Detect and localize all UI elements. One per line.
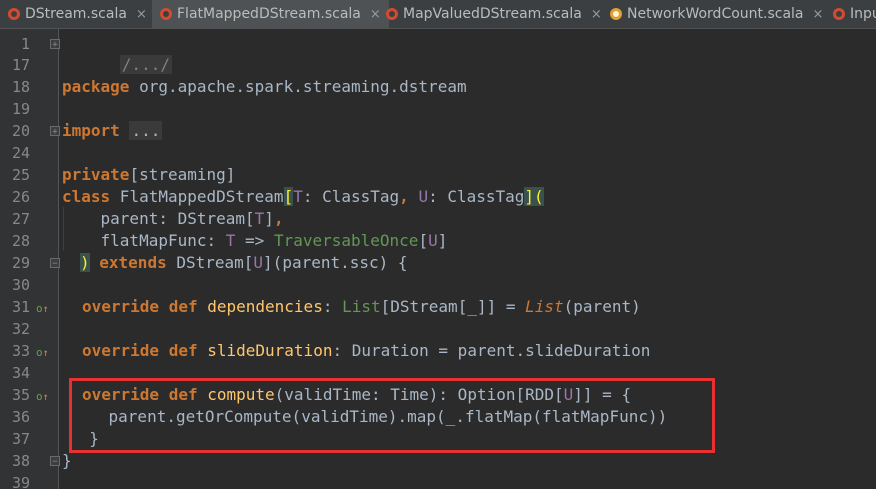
line-number: 33	[11, 342, 30, 360]
tab-flatmappeddstream[interactable]: FlatMappedDStream.scala ×	[152, 0, 389, 28]
code-line-33: override def slideDuration: Duration = p…	[82, 341, 651, 360]
line-number: 26	[11, 188, 30, 206]
tab-networkwordcount[interactable]: NetworkWordCount.scala ×	[610, 0, 823, 28]
code-line-28: flatMapFunc: T => TraversableOnce[U]	[62, 231, 448, 250]
line-number: 38	[11, 452, 30, 470]
override-method-icon[interactable]: o↑	[36, 347, 49, 360]
line-number: 25	[11, 166, 30, 184]
scala-class-icon	[833, 8, 845, 20]
tab-label: NetworkWordCount.scala	[627, 6, 804, 22]
code-line-38: }	[62, 451, 72, 470]
code-line-29: ) extends DStream[U](parent.ssc) {	[80, 253, 408, 272]
code-line-20: import ...	[62, 121, 163, 140]
scala-class-icon	[386, 8, 398, 20]
ide-window: DStream.scala × FlatMappedDStream.scala …	[0, 0, 876, 489]
line-number: 20	[11, 122, 30, 140]
code-line-26: class FlatMappedDStream[T: ClassTag, U: …	[62, 187, 544, 206]
line-number: 36	[11, 408, 30, 426]
code-line-18: package org.apache.spark.streaming.dstre…	[62, 77, 467, 96]
line-number: 24	[11, 144, 30, 162]
line-number: 39	[11, 474, 30, 489]
line-number: 34	[11, 364, 30, 382]
close-icon[interactable]: ×	[370, 7, 381, 22]
scala-class-icon	[160, 8, 172, 20]
line-number: 1	[20, 35, 30, 53]
code-line-25: private[streaming]	[62, 165, 236, 184]
highlight-box	[69, 378, 715, 453]
tab-label: FlatMappedDStream.scala	[177, 6, 361, 22]
line-number: 27	[11, 210, 30, 228]
override-method-icon[interactable]: o↑	[36, 391, 49, 404]
tab-dstream[interactable]: DStream.scala ×	[8, 0, 147, 28]
line-number: 35	[11, 386, 30, 404]
line-number: 29	[11, 254, 30, 272]
line-number: 19	[11, 100, 30, 118]
tab-inpu[interactable]: Inpu	[833, 0, 876, 28]
tab-label: MapValuedDStream.scala	[403, 6, 582, 22]
line-number: 17	[11, 56, 30, 74]
editor-gutter: 1 17 18 19 20 24 25 26 27 28 29 30 31 32…	[0, 29, 60, 489]
code-line-1: /.../	[119, 55, 172, 74]
scala-object-icon	[610, 8, 622, 20]
tab-mapvalueddstream[interactable]: MapValuedDStream.scala ×	[386, 0, 602, 28]
close-icon[interactable]: ×	[136, 7, 147, 22]
line-number: 31	[11, 298, 30, 316]
code-line-31: override def dependencies: List[DStream[…	[82, 297, 641, 316]
override-method-icon[interactable]: o↑	[36, 303, 49, 316]
close-icon[interactable]: ×	[591, 7, 602, 22]
tab-label: Inpu	[850, 6, 876, 22]
editor-tab-bar: DStream.scala × FlatMappedDStream.scala …	[0, 0, 876, 29]
close-icon[interactable]: ×	[813, 7, 824, 22]
tab-label: DStream.scala	[25, 6, 127, 22]
line-number: 28	[11, 232, 30, 250]
scala-class-icon	[8, 8, 20, 20]
line-number: 30	[11, 276, 30, 294]
line-number: 37	[11, 430, 30, 448]
line-number: 32	[11, 320, 30, 338]
code-line-27: parent: DStream[T],	[62, 209, 284, 228]
line-number: 18	[11, 78, 30, 96]
